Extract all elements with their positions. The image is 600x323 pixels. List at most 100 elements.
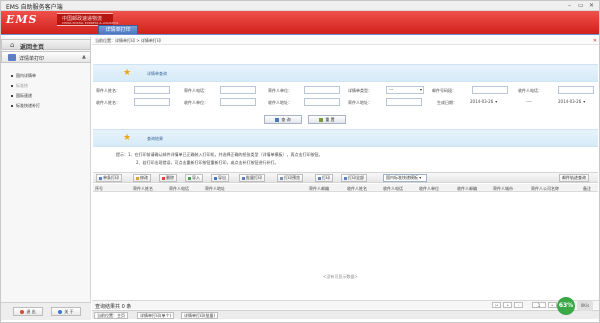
home-icon: ⌂ [10, 41, 15, 49]
close-icon[interactable]: ✕ [589, 2, 594, 9]
export-icon [214, 176, 217, 180]
sidebar-item-domestic[interactable]: 国内详情单 [11, 73, 36, 79]
form-row-1: 寄件人姓名： 寄件人电话： 寄件人单位： 详情单类型： --- ▾ 邮件号码段： … [92, 86, 599, 96]
query-panel-title: 详情单查询 [147, 71, 167, 76]
exit-button[interactable]: 退 出 [13, 307, 43, 316]
tab-waybill-print[interactable]: 详情单打印 [98, 25, 138, 34]
bottom-tab-single[interactable]: 详情单打印(单个) [137, 312, 175, 319]
empty-message: <没有可显示数据> [323, 274, 358, 279]
bullet-icon [11, 85, 13, 87]
sender-name-label: 寄件人姓名： [96, 88, 120, 93]
edit-button[interactable]: 修改 [133, 174, 151, 182]
sender-address-label: 寄件人地址： [348, 100, 372, 105]
sender-company-label: 寄件人单位： [268, 88, 292, 93]
bullet-icon [11, 75, 13, 77]
single-print-button[interactable]: 单条打印 [96, 174, 122, 182]
delete-icon [162, 176, 165, 180]
star-icon: ★ [123, 133, 132, 143]
sidebar-section-print[interactable]: 详情单打印 ▲ [1, 51, 91, 63]
bottom-tab-home[interactable]: 当前位置：主页 [94, 312, 128, 319]
page-number-input[interactable]: 1 [532, 302, 546, 308]
minimize-icon[interactable]: – [568, 2, 571, 9]
first-page-icon[interactable]: |◂ [492, 302, 501, 308]
reset-icon [319, 118, 324, 122]
receiver-address-label: 收件人地址： [268, 100, 292, 105]
search-icon [275, 118, 280, 122]
sender-company-input[interactable] [304, 86, 340, 94]
track-query-button[interactable]: 邮件轨迹查询 [559, 174, 589, 182]
about-button[interactable]: 关 于 [51, 307, 81, 316]
app-window: EMS 自助服务客户端 – ▭ ✕ EMS 中国邮政速递物流 CHINA POS… [0, 0, 600, 323]
print-button[interactable]: 打印 [315, 174, 333, 182]
mail-number-input[interactable] [472, 86, 508, 94]
sender-phone-input[interactable] [220, 86, 256, 94]
import-button[interactable]: 导入 [185, 174, 203, 182]
result-count: 查询结果共 0 条 [95, 304, 132, 310]
print-all-button[interactable]: 打印全部 [341, 174, 367, 182]
maximize-icon[interactable]: ▭ [578, 2, 584, 9]
date-from-picker[interactable]: 2014-03-26 ▾ [470, 99, 497, 104]
status-bar: 查询结果共 0 条 |◂ ◂ ‹ 1 ▸ [92, 300, 599, 310]
sidebar: ⌂ 返回主页 详情单打印 ▲ 国内详情单 标准快 国际速递 标准快递补打 退 出… [1, 37, 91, 320]
banner-divider [1, 34, 599, 35]
main-content: 当前位置：详情单打印 > 详情单打印 ✕ ★ 详情单查询 寄件人姓名： 寄件人电… [92, 37, 599, 320]
sender-phone-label: 寄件人电话： [184, 88, 208, 93]
bottom-tab-strip: 当前位置：主页 详情单打印(单个) 详情单打印(批量) [92, 310, 599, 319]
delete-button[interactable]: 删除 [159, 174, 177, 182]
receiver-name-input[interactable] [134, 98, 170, 106]
exit-icon [20, 310, 25, 314]
list-panel-title: 查询结果 [147, 136, 163, 141]
form-row-2: 收件人姓名： 收件人单位： 收件人地址： 寄件人地址： 生成日期： 2014-0… [92, 98, 599, 108]
query-panel-header: ★ 详情单查询 [93, 64, 598, 82]
title-bar: EMS 自助服务客户端 – ▭ ✕ [1, 1, 599, 11]
sidebar-item-reprint[interactable]: 标准快递补打 [11, 103, 40, 109]
home-button[interactable]: ⌂ 返回主页 [1, 39, 91, 51]
receiver-address-input[interactable] [304, 98, 340, 106]
receiver-phone-label: 收件人电话： [518, 88, 542, 93]
sidebar-footer: 退 出 关 于 [1, 302, 91, 320]
home-label: 返回主页 [20, 44, 45, 51]
bottom-tab-batch[interactable]: 详情单打印(批量) [181, 312, 219, 319]
chevron-down-icon: ▾ [495, 99, 498, 104]
toolbar: 单条打印 修改 删除 导入 导出 批量打印 打印预览 打印 打印全部 国内标准快… [93, 172, 598, 183]
sidebar-item-standard[interactable]: 标准快 [11, 83, 28, 89]
waybill-type-label: 详情单类型： [348, 88, 372, 93]
batch-print-button[interactable]: 批量打印 [239, 174, 265, 182]
print-icon [318, 176, 321, 180]
chevron-down-icon: ▾ [583, 99, 586, 104]
prev-icon[interactable]: ‹ [514, 302, 523, 308]
print-icon [242, 176, 245, 180]
net-speed-label: 0K/s [577, 301, 593, 311]
grid-body: <没有可显示数据> [93, 192, 598, 300]
import-icon [188, 176, 191, 180]
date-to-picker[interactable]: 2014-03-26 ▾ [558, 99, 585, 104]
list-panel-header: ★ 查询结果 [93, 129, 598, 147]
waybill-type-select[interactable]: --- ▾ [386, 86, 424, 94]
export-button[interactable]: 导出 [211, 174, 229, 182]
section-label: 详情单打印 [19, 56, 45, 62]
preview-icon [280, 176, 283, 180]
next-page-icon[interactable]: ▸ [548, 302, 557, 308]
print-preview-button[interactable]: 打印预览 [277, 174, 303, 182]
bullet-icon [11, 95, 13, 97]
mail-number-label: 邮件号码段： [432, 88, 456, 93]
close-icon[interactable]: ✕ [593, 37, 597, 45]
sidebar-item-international[interactable]: 国际速递 [11, 93, 32, 99]
template-select[interactable]: 国内标准快递模板 ▾ [383, 174, 427, 182]
reset-button[interactable]: 重 置 [308, 115, 346, 124]
bullet-icon [11, 105, 13, 107]
query-button[interactable]: 查 询 [264, 115, 302, 124]
receiver-company-input[interactable] [220, 98, 256, 106]
edit-icon [136, 176, 139, 180]
sender-address-input[interactable] [386, 98, 422, 106]
float-speed-badge[interactable]: 63% [557, 297, 575, 315]
star-icon: ★ [123, 68, 132, 78]
sender-name-input[interactable] [134, 86, 170, 94]
info-icon [58, 310, 63, 314]
receiver-name-label: 收件人姓名： [96, 100, 120, 105]
print-icon [99, 176, 102, 180]
receiver-phone-input[interactable] [558, 86, 594, 94]
prev-page-icon[interactable]: ◂ [503, 302, 512, 308]
window-title: EMS 自助服务客户端 [6, 4, 63, 11]
chevron-down-icon: ▾ [418, 175, 422, 180]
